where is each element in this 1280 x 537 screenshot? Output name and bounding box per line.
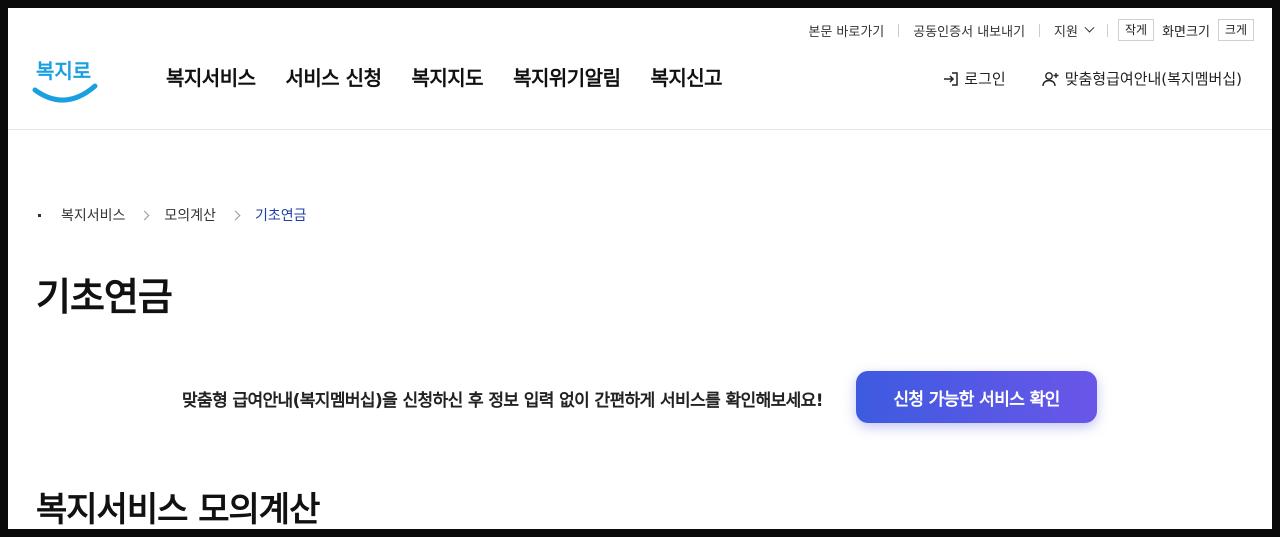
nav-welfare-report[interactable]: 복지신고 [650, 62, 722, 91]
support-label: 지원 [1054, 24, 1078, 40]
cert-export-link[interactable]: 공동인증서 내보내기 [899, 21, 1039, 40]
browser-viewport: 본문 바로가기 공동인증서 내보내기 지원 작게 화면크기 크게 복지로 복지서… [8, 8, 1272, 529]
membership-promo-text: 맞춤형 급여안내(복지멤버십)을 신청하신 후 정보 입력 없이 간편하게 서비… [182, 391, 823, 411]
font-smaller-button[interactable]: 작게 [1117, 19, 1155, 41]
skip-to-content-link[interactable]: 본문 바로가기 [794, 21, 898, 40]
home-bullet-icon [38, 213, 41, 217]
chevron-right-icon [139, 210, 150, 220]
login-link[interactable]: 로그인 [943, 68, 1006, 89]
nav-service-application[interactable]: 서비스 신청 [286, 62, 382, 91]
chevron-down-icon [1084, 22, 1095, 33]
logo-graphic: 복지로 [32, 59, 98, 103]
utility-bar: 본문 바로가기 공동인증서 내보내기 지원 작게 화면크기 크게 [794, 18, 1272, 42]
support-dropdown[interactable]: 지원 [1040, 21, 1107, 40]
membership-label: 맞춤형급여안내(복지멤버십) [1064, 70, 1242, 88]
nav-welfare-services[interactable]: 복지서비스 [166, 62, 256, 91]
section-title: 복지서비스 모의계산 [36, 490, 320, 529]
breadcrumb: 복지서비스 모의계산 기초연금 [38, 205, 306, 225]
header-actions: 로그인 맞춤형급여안내(복지멤버십) [943, 68, 1242, 89]
font-size-label: 화면크기 [1162, 24, 1210, 40]
breadcrumb-item-current: 기초연금 [254, 208, 307, 224]
user-add-icon [1041, 71, 1059, 86]
login-label: 로그인 [964, 70, 1006, 88]
breadcrumb-item-simulation[interactable]: 모의계산 [164, 205, 216, 225]
site-logo[interactable]: 복지로 [32, 50, 98, 104]
check-eligible-services-button[interactable]: 신청 가능한 서비스 확인 [856, 371, 1097, 423]
membership-link[interactable]: 맞춤형급여안내(복지멤버십) [1041, 68, 1242, 89]
logo-text: 복지로 [36, 59, 91, 83]
breadcrumb-item-welfare-services[interactable]: 복지서비스 [61, 205, 125, 225]
page-title: 기초연금 [36, 275, 173, 319]
nav-crisis-alert[interactable]: 복지위기알림 [513, 62, 621, 91]
divider [1106, 23, 1108, 37]
chevron-right-icon [230, 210, 241, 220]
site-header: 본문 바로가기 공동인증서 내보내기 지원 작게 화면크기 크게 복지로 복지서… [8, 8, 1272, 130]
font-larger-button[interactable]: 크게 [1217, 19, 1254, 41]
main-navigation: 복지서비스 서비스 신청 복지지도 복지위기알림 복지신고 [166, 62, 723, 91]
login-icon [944, 71, 959, 86]
nav-welfare-map[interactable]: 복지지도 [411, 62, 483, 91]
